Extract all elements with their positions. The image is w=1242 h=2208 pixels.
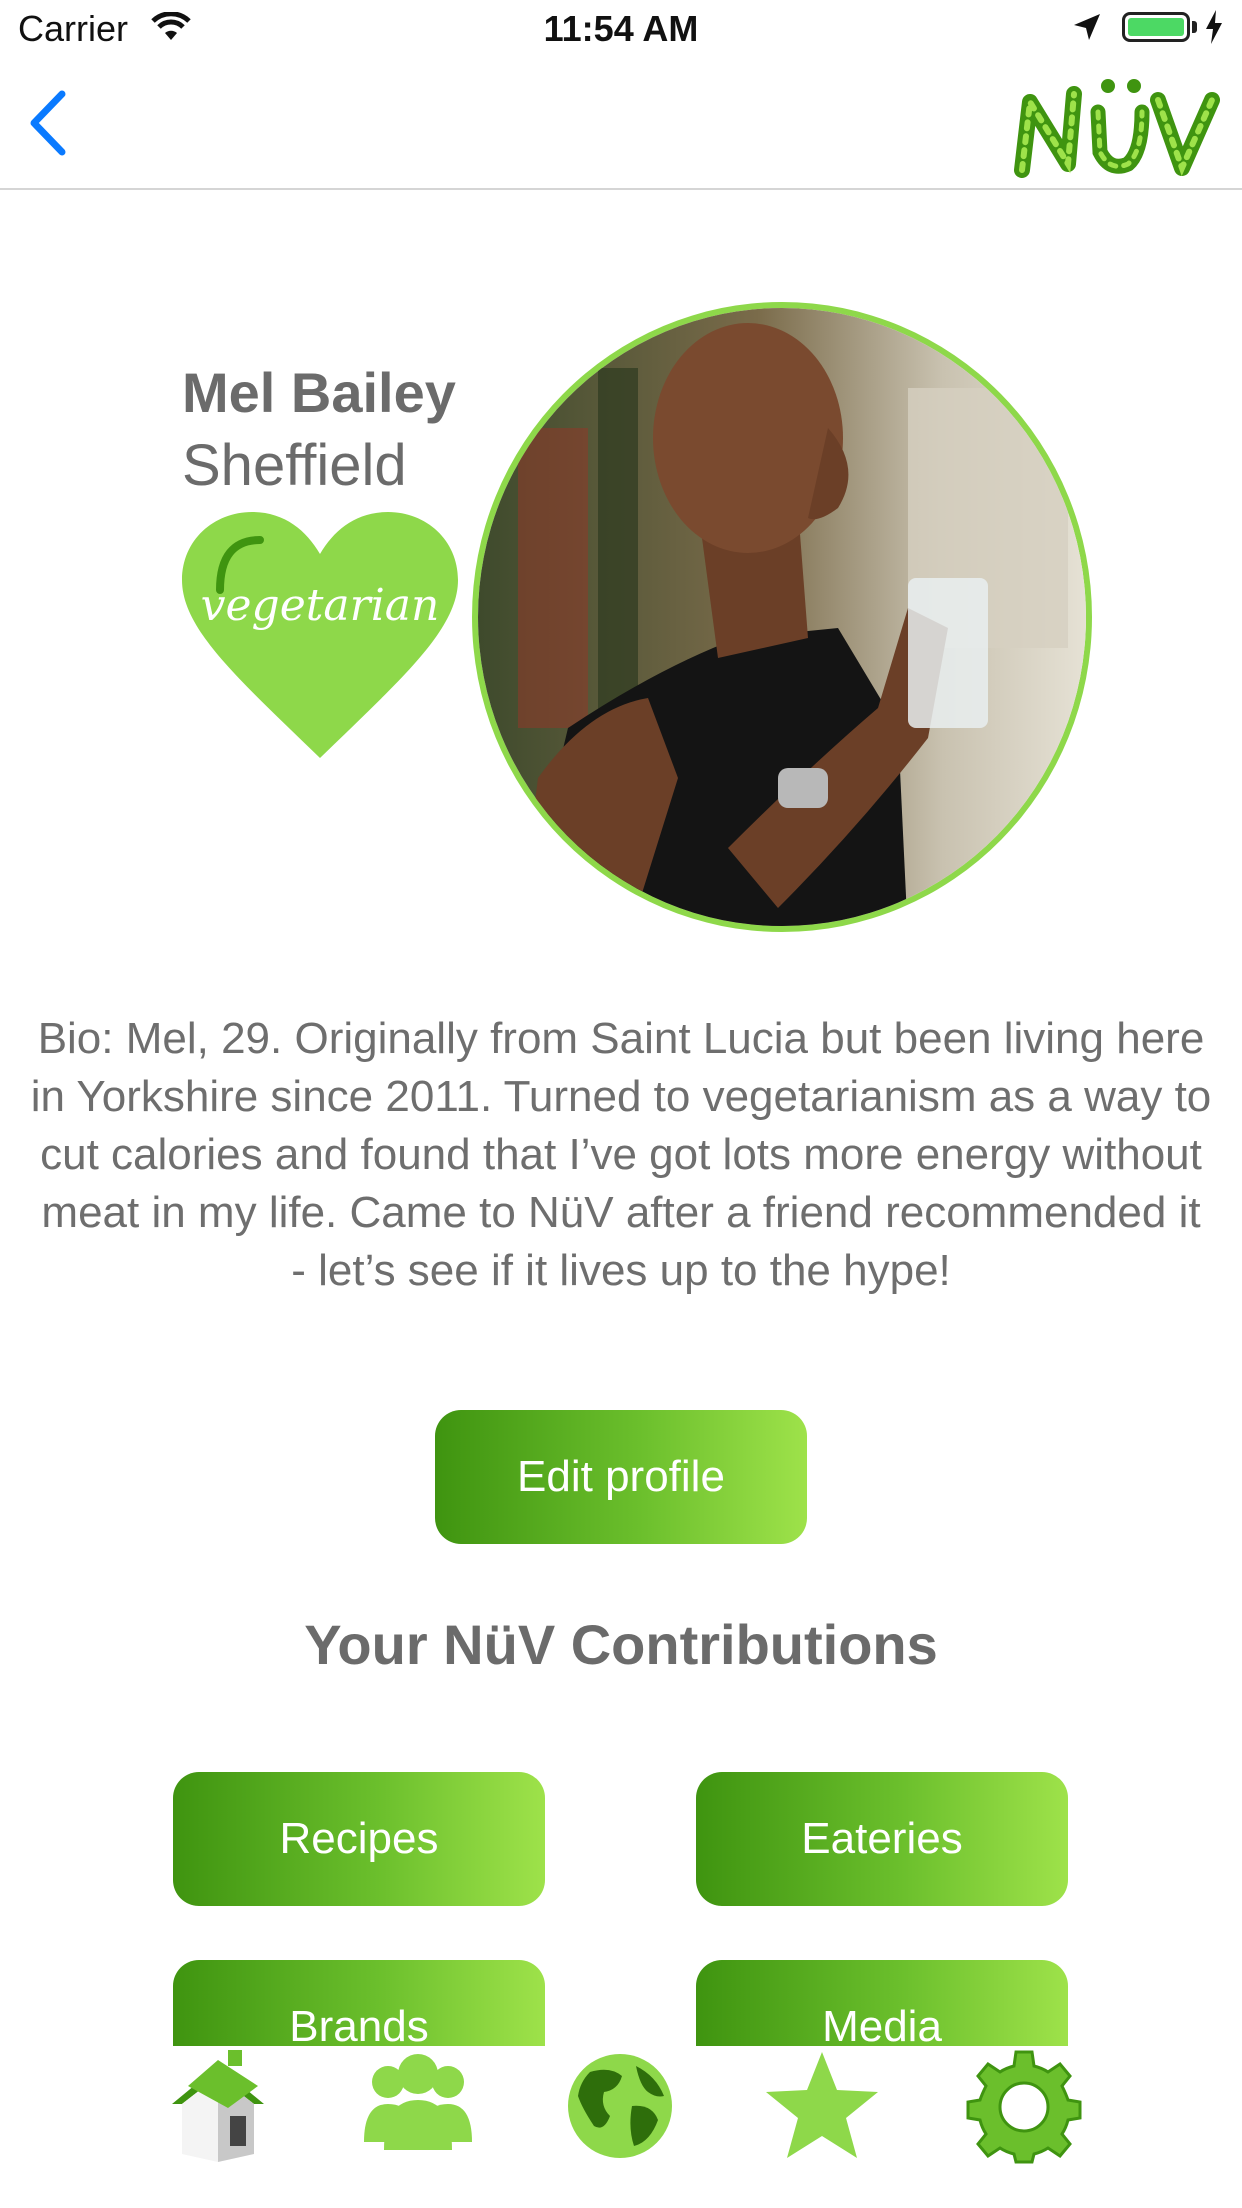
charging-bolt-icon bbox=[1206, 10, 1222, 44]
community-icon[interactable] bbox=[358, 2046, 478, 2166]
diet-badge-label: vegetarian bbox=[200, 580, 440, 631]
status-bar: Carrier 11:54 AM bbox=[0, 0, 1242, 60]
back-button[interactable] bbox=[22, 88, 82, 158]
clock: 11:54 AM bbox=[543, 8, 699, 49]
edit-profile-button[interactable]: Edit profile bbox=[435, 1410, 807, 1544]
profile-name: Mel Bailey bbox=[182, 361, 456, 424]
eateries-button[interactable]: Eateries bbox=[696, 1772, 1068, 1906]
brands-button[interactable]: Brands bbox=[173, 1960, 545, 2046]
contributions-title: Your NüV Contributions bbox=[304, 1613, 938, 1676]
recipes-button[interactable]: Recipes bbox=[173, 1772, 545, 1906]
nuv-logo bbox=[1014, 79, 1220, 178]
tab-bar bbox=[0, 2046, 1242, 2208]
heart-badge-icon bbox=[182, 512, 458, 758]
battery-icon bbox=[1122, 12, 1190, 42]
battery-cap bbox=[1192, 21, 1197, 33]
chevron-left-icon bbox=[30, 90, 66, 156]
home-icon[interactable] bbox=[158, 2046, 278, 2166]
media-button[interactable]: Media bbox=[696, 1960, 1068, 2046]
location-arrow-icon bbox=[1074, 14, 1100, 40]
contributions-scroll-clip: Brands Media bbox=[0, 1950, 1242, 2046]
globe-icon[interactable] bbox=[560, 2046, 680, 2166]
profile-city: Sheffield bbox=[182, 433, 407, 498]
profile-photo-image bbox=[478, 308, 1086, 926]
settings-icon[interactable] bbox=[964, 2046, 1084, 2166]
profile-bio: Bio: Mel, 29. Originally from Saint Luci… bbox=[30, 1014, 1212, 1295]
star-icon[interactable] bbox=[762, 2046, 882, 2166]
profile-photo[interactable] bbox=[472, 302, 1092, 932]
